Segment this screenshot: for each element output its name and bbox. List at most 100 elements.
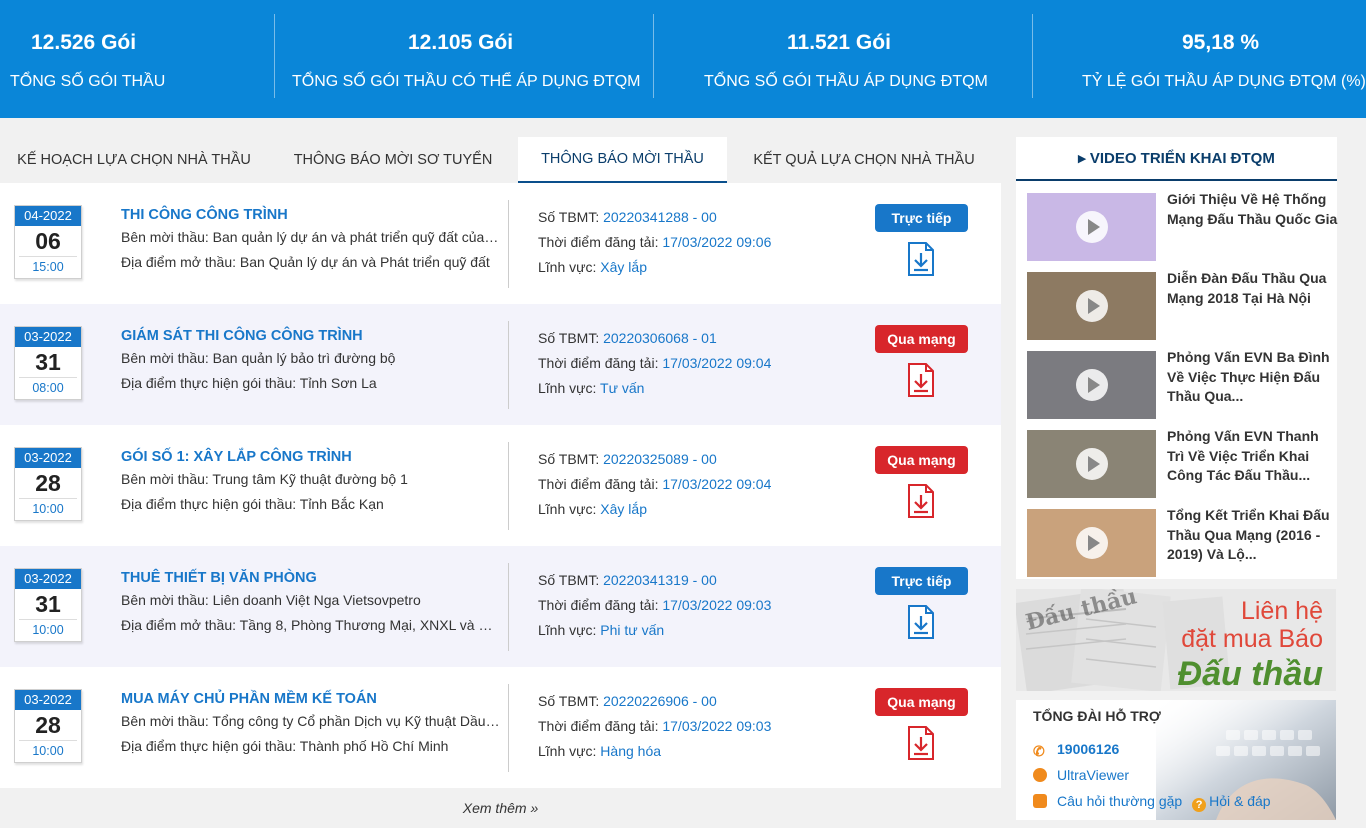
download-file-icon[interactable]: [906, 604, 936, 640]
notice-title-link[interactable]: MUA MÁY CHỦ PHẦN MỀM KẾ TOÁN: [121, 689, 501, 709]
notice-location: Địa điểm mở thầu: Tầng 8, Phòng Thương M…: [121, 617, 501, 633]
video-title[interactable]: Diễn Đàn Đấu Thầu Qua Mạng 2018 Tại Hà N…: [1167, 269, 1339, 308]
posted-label: Thời điểm đăng tải:: [538, 476, 663, 492]
download-file-icon[interactable]: [906, 725, 936, 761]
stat-label: TỔNG SỐ GÓI THẦU CÓ THỂ ÁP DỤNG ĐTQM: [292, 73, 641, 90]
tab-prequalification-notice[interactable]: THÔNG BÁO MỜI SƠ TUYỂN: [268, 137, 518, 183]
notice-month: 03-2022: [15, 569, 81, 589]
notice-day: 28: [35, 470, 61, 496]
video-thumbnail[interactable]: [1027, 272, 1156, 340]
stat-label: TỔNG SỐ GÓI THẦU ÁP DỤNG ĐTQM: [704, 73, 988, 90]
posted-time: 17/03/2022 09:03: [662, 597, 772, 613]
notice-date-box: 03-2022 31 08:00: [14, 326, 82, 400]
field-value: Phi tư vấn: [600, 622, 665, 638]
notice-day: 31: [35, 591, 61, 617]
notice-month: 03-2022: [15, 690, 81, 710]
stat-value: 95,18 %: [1182, 31, 1260, 54]
play-icon: [1075, 290, 1108, 322]
bid-method-badge[interactable]: Trực tiếp: [875, 204, 968, 232]
stat-total-packages: 12.526 Gói TỔNG SỐ GÓI THẦU: [0, 0, 274, 118]
video-title[interactable]: Phỏng Vấn EVN Thanh Trì Về Việc Triển Kh…: [1167, 427, 1339, 486]
video-thumbnail[interactable]: [1027, 509, 1156, 577]
notice-title-link[interactable]: GÓI SỐ 1: XÂY LẮP CÔNG TRÌNH: [121, 447, 501, 467]
posted-time: 17/03/2022 09:04: [662, 476, 772, 492]
play-icon: [1075, 369, 1108, 401]
notice-meta: Số TBMT: 20220325089 - 00 Thời điểm đăng …: [538, 447, 858, 522]
notice-title-link[interactable]: GIÁM SÁT THI CÔNG CÔNG TRÌNH: [121, 326, 501, 346]
stat-applied-ratio: 95,18 % TỶ LỆ GÓI THẦU ÁP DỤNG ĐTQM (%): [1032, 0, 1366, 118]
bid-method-badge[interactable]: Qua mạng: [875, 446, 968, 474]
video-thumbnail[interactable]: [1027, 351, 1156, 419]
notice-info: MUA MÁY CHỦ PHẦN MỀM KẾ TOÁN Bên mời thầu…: [121, 689, 501, 759]
notice-title-link[interactable]: THUÊ THIẾT BỊ VĂN PHÒNG: [121, 568, 501, 588]
tab-bid-invitation[interactable]: THÔNG BÁO MỜI THẦU: [518, 137, 727, 183]
bid-method-badge[interactable]: Qua mạng: [875, 325, 968, 353]
notice-time: 10:00: [19, 740, 77, 761]
posted-time: 17/03/2022 09:04: [662, 355, 772, 371]
support-title: TỔNG ĐÀI HỖ TRỢ: [1033, 708, 1161, 724]
support-box: TỔNG ĐÀI HỖ TRỢ ✆ 19006126 UltraViewer Câ…: [1016, 700, 1336, 820]
video-item[interactable]: Phỏng Vấn EVN Ba Đình Về Việc Thực Hiện …: [1027, 348, 1339, 421]
tbmt-number: 20220341319 - 00: [603, 572, 717, 588]
tbmt-label: Số TBMT:: [538, 572, 604, 588]
field-value: Tư vấn: [600, 380, 645, 396]
stat-value: 11.521 Gói: [787, 31, 891, 54]
download-file-icon[interactable]: [906, 241, 936, 277]
tab-contractor-selection-plan[interactable]: KẾ HOẠCH LỰA CHỌN NHÀ THẦU: [0, 137, 268, 183]
see-more-link[interactable]: Xem thêm »: [0, 788, 1001, 828]
notice-info: THI CÔNG CÔNG TRÌNH Bên mời thầu: Ban quả…: [121, 205, 501, 275]
notice-inviter: Bên mời thầu: Tổng công ty Cổ phần Dịch …: [121, 713, 501, 729]
ad-line1: Liên hệ: [1241, 597, 1323, 625]
support-phone-number: 19006126: [1057, 741, 1120, 757]
notice-row: 03-2022 31 08:00 GIÁM SÁT THI CÔNG CÔNG TRÌ…: [0, 304, 1001, 425]
tbmt-label: Số TBMT:: [538, 330, 604, 346]
notice-title-link[interactable]: THI CÔNG CÔNG TRÌNH: [121, 205, 501, 225]
video-title[interactable]: Phỏng Vấn EVN Ba Đình Về Việc Thực Hiện …: [1167, 348, 1339, 407]
row-divider: [508, 442, 509, 530]
newspaper-collage: Đấu thầu Liên hệ đặt mua Báo Đấu thầu: [1016, 589, 1336, 691]
tab-selection-result[interactable]: KẾT QUẢ LỰA CHỌN NHÀ THẦU: [727, 137, 1001, 183]
support-ultraviewer[interactable]: UltraViewer: [1033, 767, 1129, 783]
posted-time: 17/03/2022 09:06: [662, 234, 772, 250]
newspaper-ad-banner[interactable]: Đấu thầu Liên hệ đặt mua Báo Đấu thầu: [1016, 589, 1336, 691]
notice-location: Địa điểm mở thầu: Ban Quản lý dự án và P…: [121, 254, 490, 270]
stat-applicable-packages: 12.105 Gói TỔNG SỐ GÓI THẦU CÓ THỂ ÁP DỤ…: [274, 0, 653, 118]
ultraviewer-icon: [1033, 768, 1047, 782]
video-item[interactable]: Giới Thiệu Về Hệ Thống Mạng Đấu Thầu Quố…: [1027, 190, 1339, 263]
video-title[interactable]: Giới Thiệu Về Hệ Thống Mạng Đấu Thầu Quố…: [1167, 190, 1339, 229]
download-file-icon[interactable]: [906, 362, 936, 398]
video-title[interactable]: Tổng Kết Triển Khai Đấu Thầu Qua Mạng (2…: [1167, 506, 1339, 565]
notice-meta: Số TBMT: 20220306068 - 01 Thời điểm đăng …: [538, 326, 858, 401]
row-divider: [508, 563, 509, 651]
video-thumbnail[interactable]: [1027, 430, 1156, 498]
posted-label: Thời điểm đăng tải:: [538, 355, 663, 371]
support-phone[interactable]: ✆ 19006126: [1033, 741, 1120, 759]
field-label: Lĩnh vực:: [538, 501, 601, 517]
notice-day: 06: [35, 228, 61, 254]
notice-date-box: 03-2022 28 10:00: [14, 447, 82, 521]
video-thumbnail[interactable]: [1027, 193, 1156, 261]
notice-day: 28: [35, 712, 61, 738]
bid-method-badge[interactable]: Trực tiếp: [875, 567, 968, 595]
video-item[interactable]: Tổng Kết Triển Khai Đấu Thầu Qua Mạng (2…: [1027, 506, 1339, 579]
video-item[interactable]: Diễn Đàn Đấu Thầu Qua Mạng 2018 Tại Hà N…: [1027, 269, 1339, 342]
notice-inviter: Bên mời thầu: Liên doanh Việt Nga Vietso…: [121, 592, 421, 608]
posted-label: Thời điểm đăng tải:: [538, 597, 663, 613]
notice-info: THUÊ THIẾT BỊ VĂN PHÒNG Bên mời thầu: Liê…: [121, 568, 501, 638]
help-icon: ?: [1192, 798, 1207, 812]
row-divider: [508, 200, 509, 288]
book-icon: [1033, 794, 1047, 808]
download-file-icon[interactable]: [906, 483, 936, 519]
faq-link[interactable]: Câu hỏi thường gặp: [1057, 793, 1182, 809]
posted-label: Thời điểm đăng tải:: [538, 234, 663, 250]
video-item[interactable]: Phỏng Vấn EVN Thanh Trì Về Việc Triển Kh…: [1027, 427, 1339, 500]
tbmt-number: 20220341288 - 00: [603, 209, 717, 225]
notice-meta: Số TBMT: 20220341288 - 00 Thời điểm đăng …: [538, 205, 858, 280]
bid-method-badge[interactable]: Qua mạng: [875, 688, 968, 716]
notice-row: 03-2022 28 10:00 MUA MÁY CHỦ PHẦN MỀM KẾ TO…: [0, 667, 1001, 788]
notice-date-box: 03-2022 28 10:00: [14, 689, 82, 763]
field-value: Xây lắp: [600, 501, 647, 517]
notice-date-box: 04-2022 06 15:00: [14, 205, 82, 279]
tbmt-number: 20220306068 - 01: [603, 330, 717, 346]
qa-link[interactable]: Hỏi & đáp: [1209, 793, 1270, 809]
